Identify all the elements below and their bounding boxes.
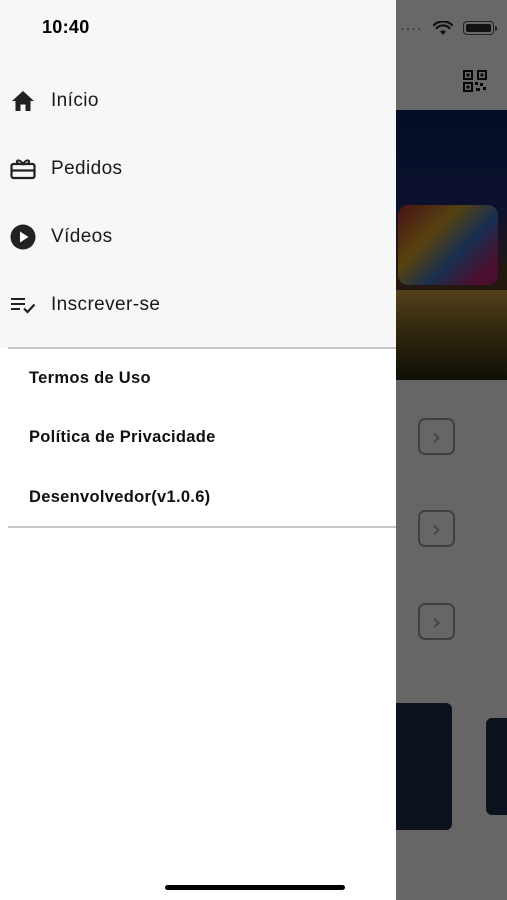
nav-item-videos[interactable]: Vídeos <box>0 209 396 265</box>
home-indicator[interactable] <box>165 885 345 890</box>
nav-item-inicio[interactable]: Início <box>0 73 396 129</box>
battery-icon <box>462 21 497 35</box>
gift-card-icon <box>10 156 36 182</box>
home-icon <box>10 88 36 114</box>
divider <box>8 526 396 528</box>
privacy-policy-link[interactable]: Política de Privacidade <box>29 422 216 452</box>
nav-item-inscrever-se[interactable]: Inscrever-se <box>0 277 396 333</box>
signal-icon: ···· <box>400 20 423 36</box>
nav-item-label: Início <box>51 90 99 111</box>
playlist-check-icon <box>10 292 36 318</box>
terms-of-use-link[interactable]: Termos de Uso <box>29 363 151 393</box>
status-icons: ···· <box>400 18 497 38</box>
nav-item-label: Pedidos <box>51 158 123 179</box>
divider <box>8 347 396 349</box>
wifi-icon <box>432 20 453 35</box>
play-circle-icon <box>10 224 36 250</box>
nav-item-label: Vídeos <box>51 226 113 247</box>
status-time: 10:40 <box>42 17 90 37</box>
developer-version-link[interactable]: Desenvolvedor(v1.0.6) <box>29 482 210 512</box>
nav-item-pedidos[interactable]: Pedidos <box>0 141 396 197</box>
navigation-drawer: 10:40 Início Pedidos Vídeos Inscrever-se… <box>0 0 396 900</box>
nav-item-label: Inscrever-se <box>51 294 161 315</box>
